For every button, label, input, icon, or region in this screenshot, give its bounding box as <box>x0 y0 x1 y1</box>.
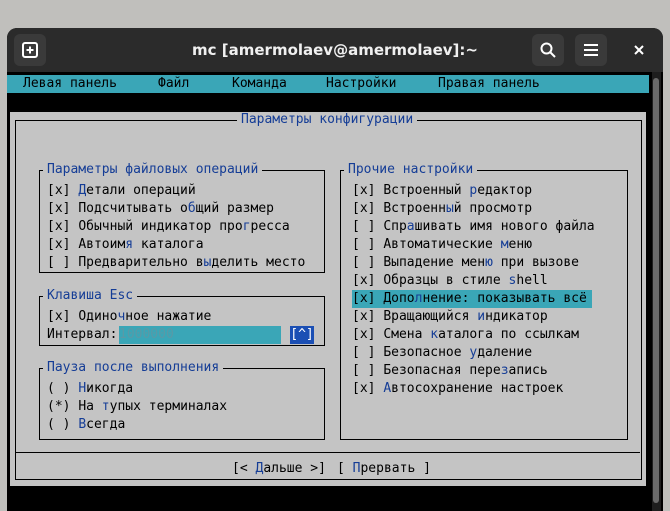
other-checkbox-11[interactable]: [x] Автосохранение настроек <box>352 380 563 398</box>
check-mark: [ ] <box>352 255 376 270</box>
check-mark: [x] <box>352 291 376 306</box>
other-checkbox-2[interactable]: [ ] Спрашивать имя нового файла <box>352 218 595 236</box>
option-label: Безопасное удаление <box>383 345 533 360</box>
check-mark: [x] <box>352 183 376 198</box>
config-dialog: Параметры конфигурации Параметры файловы… <box>10 112 646 486</box>
option-label: Выпадение меню при вызове <box>383 255 579 270</box>
option-label: Встроенный просмотр <box>383 201 533 216</box>
option-label: Автоматические меню <box>383 237 533 252</box>
other-checkbox-9[interactable]: [ ] Безопасное удаление <box>352 344 532 362</box>
option-label: На тупых терминалах <box>78 399 228 414</box>
option-label: Спрашивать имя нового файла <box>383 219 595 234</box>
esc-single-press-checkbox[interactable]: [x] Одиночное нажатие <box>47 308 211 326</box>
option-label: Образцы в стиле shell <box>383 273 548 288</box>
dialog-title: Параметры конфигурации <box>237 112 418 128</box>
option-label: Вращающийся индикатор <box>383 309 548 324</box>
check-mark: [ ] <box>352 345 376 360</box>
interval-history-button[interactable]: [^] <box>290 326 314 344</box>
option-label: Детали операций <box>78 183 196 198</box>
file-ops-title: Параметры файловых операций <box>43 162 263 178</box>
option-label: Предварительно выделить место <box>78 255 306 270</box>
other-checkbox-10[interactable]: [ ] Безопасная перезапись <box>352 362 548 380</box>
option-label: Встроенный редактор <box>383 183 533 198</box>
title-bar: mc [amermolaev@amermolaev]:~ <box>7 28 663 72</box>
button-divider <box>15 452 640 453</box>
terminal-window: mc [amermolaev@amermolaev]:~ Левая панел… <box>7 28 663 511</box>
interval-label: Интервал: <box>47 327 126 342</box>
check-mark: ( ) <box>47 417 71 432</box>
menu-button[interactable] <box>575 34 607 66</box>
menu-left-panel[interactable]: Левая панель <box>23 75 117 93</box>
other-checkbox-5[interactable]: [x] Образцы в стиле shell <box>352 272 548 290</box>
file-op-checkbox-1[interactable]: [x] Подсчитывать общий размер <box>47 200 274 218</box>
option-label: Смена каталога по ссылкам <box>383 327 579 342</box>
pause-radio-0[interactable]: ( ) Никогда <box>47 380 133 398</box>
search-icon <box>540 42 556 58</box>
check-mark: [x] <box>352 309 376 324</box>
check-mark: [x] <box>47 219 71 234</box>
option-label: Дополнение: показывать всё <box>383 291 587 306</box>
check-mark: [ ] <box>352 363 376 378</box>
close-icon <box>634 45 644 55</box>
menu-file[interactable]: Файл <box>158 75 189 93</box>
close-button[interactable] <box>623 34 655 66</box>
check-mark: [ ] <box>352 219 376 234</box>
interval-input[interactable]: 1000000 <box>119 326 281 344</box>
other-checkbox-7[interactable]: [x] Вращающийся индикатор <box>352 308 548 326</box>
file-op-checkbox-0[interactable]: [x] Детали операций <box>47 182 196 200</box>
option-label: Подсчитывать общий размер <box>78 201 274 216</box>
menu-command[interactable]: Команда <box>232 75 287 93</box>
option-label: Всегда <box>78 417 126 432</box>
menu-right-panel[interactable]: Правая панель <box>438 75 540 93</box>
option-label: Обычный индикатор прогресса <box>78 219 290 234</box>
pause-radio-2[interactable]: ( ) Всегда <box>47 416 125 434</box>
continue-button[interactable]: [< Дальше >] <box>232 460 326 478</box>
other-checkbox-1[interactable]: [x] Встроенный просмотр <box>352 200 532 218</box>
other-checkbox-3[interactable]: [ ] Автоматические меню <box>352 236 532 254</box>
file-op-checkbox-4[interactable]: [ ] Предварительно выделить место <box>47 254 305 272</box>
other-checkbox-4[interactable]: [ ] Выпадение меню при вызове <box>352 254 579 272</box>
check-mark: [x] <box>352 327 376 342</box>
mc-menubar: Левая панель Файл Команда Настройки Прав… <box>7 75 649 93</box>
option-label: Никогда <box>78 381 134 396</box>
check-mark: ( ) <box>47 381 71 396</box>
check-mark: [ ] <box>47 255 71 270</box>
check-mark: [ ] <box>352 237 376 252</box>
check-mark: [x] <box>352 381 376 396</box>
terminal-area: Левая панель Файл Команда Настройки Прав… <box>7 72 663 511</box>
cancel-button[interactable]: [ Прервать ] <box>337 460 431 478</box>
window-title: mc [amermolaev@amermolaev]:~ <box>192 41 478 59</box>
check-mark: [x] <box>47 201 71 216</box>
pause-title: Пауза после выполнения <box>43 360 224 376</box>
new-tab-button[interactable] <box>14 34 46 66</box>
check-mark: (*) <box>47 399 71 414</box>
file-op-checkbox-2[interactable]: [x] Обычный индикатор прогресса <box>47 218 290 236</box>
option-label: Безопасная перезапись <box>383 363 548 378</box>
check-mark: [x] <box>47 237 71 252</box>
esc-title: Клавиша Esc <box>43 288 138 304</box>
check-mark: [x] <box>47 183 71 198</box>
scrollbar-thumb[interactable] <box>653 78 659 503</box>
search-button[interactable] <box>532 34 564 66</box>
option-label: Автосохранение настроек <box>383 381 564 396</box>
other-checkbox-6[interactable]: [x] Дополнение: показывать всё <box>352 290 592 308</box>
other-checkbox-8[interactable]: [x] Смена каталога по ссылкам <box>352 326 579 344</box>
plus-square-icon <box>22 42 38 58</box>
menu-options[interactable]: Настройки <box>326 75 396 93</box>
check-mark: [x] <box>352 273 376 288</box>
other-checkbox-0[interactable]: [x] Встроенный редактор <box>352 182 532 200</box>
pause-radio-1[interactable]: (*) На тупых терминалах <box>47 398 227 416</box>
check-mark: [x] <box>352 201 376 216</box>
hamburger-menu-icon <box>584 44 598 56</box>
option-label: Автоимя каталога <box>78 237 204 252</box>
other-title: Прочие настройки <box>344 162 478 178</box>
file-op-checkbox-3[interactable]: [x] Автоимя каталога <box>47 236 204 254</box>
